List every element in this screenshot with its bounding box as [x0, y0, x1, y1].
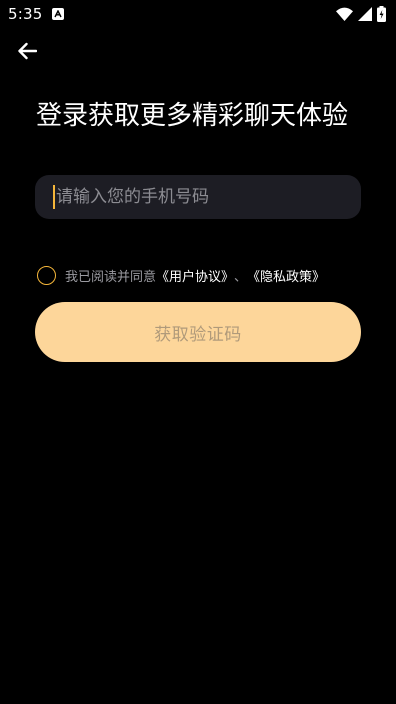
phone-field[interactable]	[35, 175, 361, 219]
user-agreement-link[interactable]: 《用户协议》	[156, 266, 234, 285]
status-left: 5:35	[8, 5, 65, 23]
cellular-signal-icon	[358, 7, 372, 21]
arrow-left-icon	[17, 42, 38, 64]
page-title: 登录获取更多精彩聊天体验	[36, 101, 349, 131]
agreement-row: 我已阅读并同意 《用户协议》 、 《隐私政策》	[37, 264, 325, 286]
get-code-label: 获取验证码	[154, 324, 242, 345]
status-bar: 5:35	[0, 0, 396, 28]
get-code-button[interactable]: 获取验证码	[35, 302, 361, 362]
app-notification-icon	[52, 8, 65, 20]
agreement-prefix-text: 我已阅读并同意	[65, 269, 157, 285]
agreement-checkbox[interactable]	[37, 265, 56, 285]
status-right	[336, 6, 386, 22]
text-caret	[53, 185, 55, 209]
login-screen: 5:35 登录获取更多精彩聊天体验 请输入您的手机号码 我已阅读并同意 《用户协…	[0, 0, 396, 704]
status-time: 5:35	[8, 5, 43, 23]
wifi-icon	[336, 7, 353, 21]
back-button[interactable]	[12, 38, 42, 68]
battery-icon	[377, 6, 386, 22]
agreement-separator: 、	[234, 269, 248, 285]
privacy-policy-link[interactable]: 《隐私政策》	[247, 266, 325, 285]
phone-input[interactable]	[56, 175, 361, 219]
